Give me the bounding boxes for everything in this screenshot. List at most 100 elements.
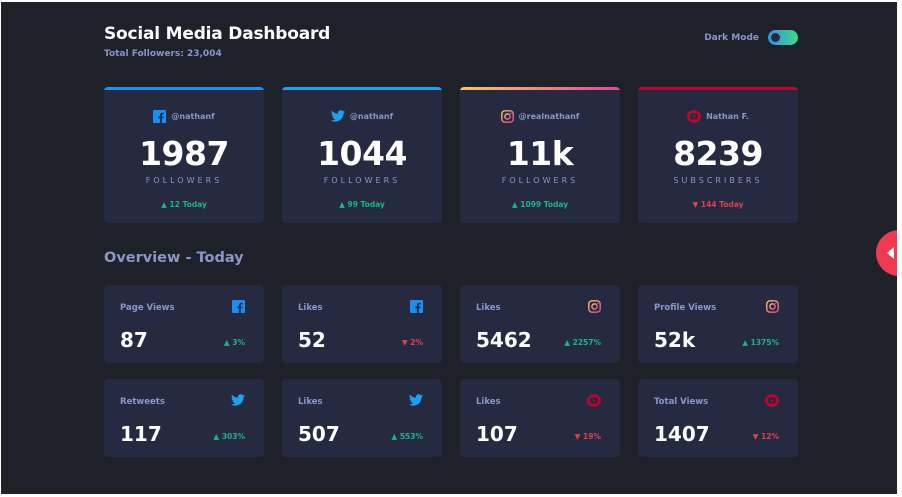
instagram-icon: [500, 109, 514, 123]
twitter-icon: [330, 110, 345, 122]
youtube-icon: [687, 109, 702, 123]
overview-change: ▲ 2257%: [564, 338, 601, 347]
toggle-knob: [771, 33, 780, 42]
arrow-up-icon: ▲: [213, 432, 220, 441]
arrow-up-icon: ▲: [223, 338, 230, 347]
dark-mode-toggle[interactable]: [768, 30, 798, 45]
overview-label: Total Views: [654, 397, 709, 407]
card-accent-bar: [104, 87, 264, 90]
follower-card-instagram[interactable]: @realnathanf 11k FOLLOWERS ▲ 1099 Today: [460, 87, 620, 223]
overview-card-youtube-likes[interactable]: Likes 107 ▼ 19%: [460, 379, 620, 457]
overview-value: 1407: [654, 422, 710, 446]
arrow-up-icon: ▲: [564, 338, 570, 347]
chevron-left-icon: [887, 247, 894, 259]
card-handle: @nathanf: [349, 111, 394, 121]
overview-card-facebook-page-views[interactable]: Page Views 87 ▲ 3%: [104, 285, 264, 363]
overview-card-twitter-likes[interactable]: Likes 507 ▲ 553%: [282, 379, 442, 457]
change-text: 2257%: [572, 338, 601, 347]
change-text: 3%: [232, 338, 245, 347]
dark-mode-control: Dark Mode: [704, 30, 798, 45]
youtube-icon: [587, 394, 601, 407]
follower-count: 1044: [317, 134, 407, 173]
change-text: 2%: [410, 338, 423, 347]
arrow-down-icon: ▼: [752, 432, 759, 441]
follower-count: 1987: [139, 134, 229, 173]
follower-card-facebook[interactable]: @nathanf 1987 FOLLOWERS ▲ 12 Today: [104, 87, 264, 223]
card-handle-row: Nathan F.: [638, 109, 798, 123]
change-text: 99 Today: [347, 200, 385, 209]
overview-card-facebook-likes[interactable]: Likes 52 ▼ 2%: [282, 285, 442, 363]
facebook-icon: [232, 300, 245, 313]
change-text: 553%: [399, 432, 423, 441]
twitter-icon: [231, 394, 245, 406]
page-title: Social Media Dashboard: [104, 24, 331, 44]
follower-unit: FOLLOWERS: [323, 176, 401, 185]
arrow-down-icon: ▼: [401, 338, 408, 347]
arrow-up-icon: ▲: [391, 432, 398, 441]
card-handle: Nathan F.: [706, 111, 749, 121]
card-accent-bar: [638, 87, 798, 90]
card-accent-bar: [460, 87, 620, 90]
overview-value: 52k: [654, 328, 696, 352]
card-accent-bar: [282, 87, 442, 90]
twitter-icon: [409, 394, 423, 406]
change-text: 12%: [761, 432, 779, 441]
header: Social Media Dashboard Total Followers: …: [104, 24, 798, 64]
youtube-icon: [765, 394, 779, 407]
change-text: 12 Today: [169, 200, 207, 209]
overview-value: 107: [476, 422, 518, 446]
follower-change: ▲ 99 Today: [282, 200, 442, 209]
overview-change: ▲ 3%: [224, 338, 245, 347]
overview-change: ▲ 553%: [391, 432, 423, 441]
overview-value: 507: [298, 422, 340, 446]
overview-label: Likes: [476, 303, 501, 313]
follower-cards: @nathanf 1987 FOLLOWERS ▲ 12 Today @nath…: [104, 87, 798, 223]
overview-change: ▼ 2%: [402, 338, 423, 347]
arrow-down-icon: ▼: [692, 200, 699, 209]
card-handle-row: @realnathanf: [460, 109, 620, 123]
dashboard-page: Social Media Dashboard Total Followers: …: [1, 2, 897, 494]
overview-label: Likes: [298, 303, 323, 313]
follower-unit: FOLLOWERS: [501, 176, 579, 185]
card-handle-row: @nathanf: [282, 109, 442, 123]
overview-label: Likes: [476, 397, 501, 407]
follower-change: ▲ 1099 Today: [460, 200, 620, 209]
instagram-icon: [766, 300, 779, 313]
instagram-icon: [588, 300, 601, 313]
overview-change: ▼ 19%: [575, 432, 601, 441]
overview-change: ▲ 303%: [213, 432, 245, 441]
overview-grid: Page Views 87 ▲ 3% Likes 52 ▼ 2% Likes 5…: [104, 285, 798, 457]
dark-mode-label: Dark Mode: [704, 32, 759, 43]
overview-card-instagram-profile-views[interactable]: Profile Views 52k ▲ 1375%: [638, 285, 798, 363]
change-text: 1375%: [750, 338, 779, 347]
overview-card-twitter-retweets[interactable]: Retweets 117 ▲ 303%: [104, 379, 264, 457]
overview-label: Retweets: [120, 397, 165, 407]
follower-unit: SUBSCRIBERS: [673, 176, 763, 185]
overview-value: 117: [120, 422, 162, 446]
overview-card-youtube-total-views[interactable]: Total Views 1407 ▼ 12%: [638, 379, 798, 457]
arrow-up-icon: ▲: [339, 200, 345, 209]
overview-title: Overview - Today: [104, 250, 244, 266]
overview-label: Profile Views: [654, 303, 717, 313]
overview-card-instagram-likes[interactable]: Likes 5462 ▲ 2257%: [460, 285, 620, 363]
card-handle-row: @nathanf: [104, 109, 264, 123]
overview-label: Page Views: [120, 303, 175, 313]
follower-unit: FOLLOWERS: [145, 176, 223, 185]
arrow-up-icon: ▲: [511, 200, 518, 209]
card-handle: @realnathanf: [518, 111, 580, 121]
change-text: 144 Today: [700, 200, 744, 209]
total-followers: Total Followers: 23,004: [104, 49, 222, 59]
overview-change: ▼ 12%: [753, 432, 779, 441]
follower-count: 8239: [673, 134, 763, 173]
change-text: 1099 Today: [520, 200, 569, 209]
follower-card-youtube[interactable]: Nathan F. 8239 SUBSCRIBERS ▼ 144 Today: [638, 87, 798, 223]
arrow-up-icon: ▲: [161, 200, 167, 209]
follower-change: ▲ 12 Today: [104, 200, 264, 209]
follower-change: ▼ 144 Today: [638, 200, 798, 209]
side-panel-tab[interactable]: [876, 230, 897, 276]
change-text: 19%: [583, 432, 601, 441]
arrow-down-icon: ▼: [574, 432, 581, 441]
arrow-up-icon: ▲: [742, 338, 748, 347]
follower-count: 11k: [506, 134, 574, 173]
follower-card-twitter[interactable]: @nathanf 1044 FOLLOWERS ▲ 99 Today: [282, 87, 442, 223]
